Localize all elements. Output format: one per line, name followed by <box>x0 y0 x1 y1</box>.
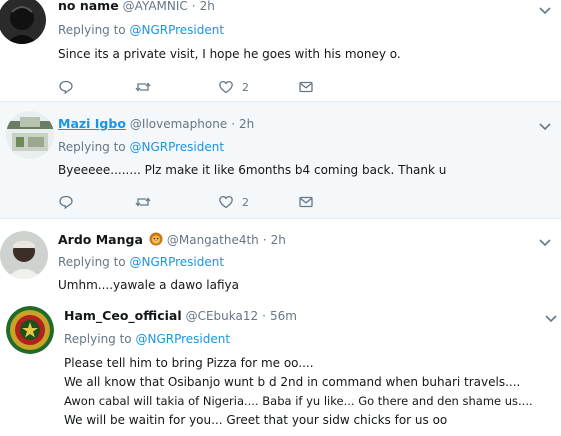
lion-face-icon <box>149 232 163 246</box>
avatar[interactable] <box>0 0 46 44</box>
tweet-actions: 2 <box>58 78 338 96</box>
replying-to: Replying to @NGRPresident <box>64 332 230 346</box>
chevron-down-icon[interactable] <box>538 119 552 133</box>
replying-to-handle[interactable]: @NGRPresident <box>129 255 224 269</box>
username[interactable]: @Mangathe4th <box>167 233 259 247</box>
display-name[interactable]: no name <box>58 0 119 13</box>
reply-button[interactable] <box>58 78 74 96</box>
avatar[interactable] <box>6 111 54 159</box>
replying-to: Replying to @NGRPresident <box>58 140 224 154</box>
display-name[interactable]: Ardo Manga <box>58 232 143 247</box>
retweet-button[interactable] <box>135 78 151 96</box>
tweet[interactable]: Mazi Igbo @Ilovemaphone · 2h Replying to… <box>0 102 561 218</box>
replying-to-label: Replying to <box>58 140 126 154</box>
reply-icon <box>59 80 73 95</box>
envelope-icon <box>299 196 313 208</box>
chevron-down-icon[interactable] <box>538 3 552 17</box>
replying-to: Replying to @NGRPresident <box>58 255 224 269</box>
retweet-icon <box>135 82 151 92</box>
tweet-text: Umhm....yawale a dawo lafiya <box>58 278 239 292</box>
separator-dot: · <box>262 309 266 323</box>
reply-icon <box>59 195 73 210</box>
envelope-icon <box>299 81 313 93</box>
tweet-header: no name @AYAMNIC · 2h <box>58 0 215 13</box>
display-name[interactable]: Mazi Igbo <box>58 116 126 131</box>
tweet-actions: 2 <box>58 193 338 211</box>
avatar-image <box>0 231 48 279</box>
heart-icon <box>219 195 233 209</box>
like-count: 2 <box>242 80 249 94</box>
like-button[interactable]: 2 <box>218 193 249 211</box>
direct-message-button[interactable] <box>298 78 314 96</box>
avatar[interactable] <box>6 306 54 354</box>
tweet-text-line: Awon cabal will takia of Nigeria.... Bab… <box>64 394 533 408</box>
like-count: 2 <box>242 195 249 209</box>
retweet-icon <box>135 197 151 207</box>
separator-dot: · <box>231 117 236 131</box>
avatar-image <box>6 111 54 159</box>
timestamp[interactable]: 2h <box>271 233 286 247</box>
tweet-text-line: We will be waitin for you... Greet that … <box>64 413 448 427</box>
nigerian-army-crest <box>6 306 54 354</box>
replying-to-label: Replying to <box>64 332 132 346</box>
username[interactable]: @CEbuka12 <box>186 309 259 323</box>
tweet-text-line: We all know that Osibanjo wunt b d 2nd i… <box>64 375 521 389</box>
replying-to-handle[interactable]: @NGRPresident <box>129 23 224 37</box>
direct-message-button[interactable] <box>298 193 314 211</box>
replying-to-label: Replying to <box>58 255 126 269</box>
replying-to: Replying to @NGRPresident <box>58 23 224 37</box>
display-name[interactable]: Ham_Ceo_official <box>64 308 182 323</box>
timestamp[interactable]: 56m <box>270 309 297 323</box>
retweet-button[interactable] <box>135 193 151 211</box>
tweet[interactable]: no name @AYAMNIC · 2h Replying to @NGRPr… <box>0 0 561 101</box>
replying-to-label: Replying to <box>58 23 126 37</box>
tweet-header: Mazi Igbo @Ilovemaphone · 2h <box>58 116 254 131</box>
tweet[interactable]: Ardo Manga @Mangathe4th · 2h Replying to… <box>0 219 561 295</box>
tweet[interactable]: Ham_Ceo_official @CEbuka12 · 56m Replyin… <box>0 295 561 436</box>
tweet-text: Byeeeee........ Plz make it like 6months… <box>58 163 447 177</box>
username[interactable]: @AYAMNIC <box>123 0 188 13</box>
chevron-down-icon[interactable] <box>538 235 552 249</box>
avatar-image <box>0 0 46 44</box>
tweet-text-line: Please tell him to bring Pizza for me oo… <box>64 356 314 370</box>
tweet-header: Ardo Manga @Mangathe4th · 2h <box>58 232 286 247</box>
username[interactable]: @Ilovemaphone <box>130 117 227 131</box>
tweet-header: Ham_Ceo_official @CEbuka12 · 56m <box>64 308 297 323</box>
tweet-text: Since its a private visit, I hope he goe… <box>58 47 401 61</box>
timestamp[interactable]: 2h <box>239 117 254 131</box>
heart-icon <box>219 80 233 94</box>
reply-feed: no name @AYAMNIC · 2h Replying to @NGRPr… <box>0 0 561 436</box>
like-button[interactable]: 2 <box>218 78 249 96</box>
separator-dot: · <box>262 233 267 247</box>
reply-button[interactable] <box>58 193 74 211</box>
chevron-down-icon[interactable] <box>544 311 558 325</box>
replying-to-handle[interactable]: @NGRPresident <box>129 140 224 154</box>
separator-dot: · <box>191 0 196 13</box>
timestamp[interactable]: 2h <box>200 0 215 13</box>
avatar[interactable] <box>0 231 48 279</box>
replying-to-handle[interactable]: @NGRPresident <box>135 332 230 346</box>
